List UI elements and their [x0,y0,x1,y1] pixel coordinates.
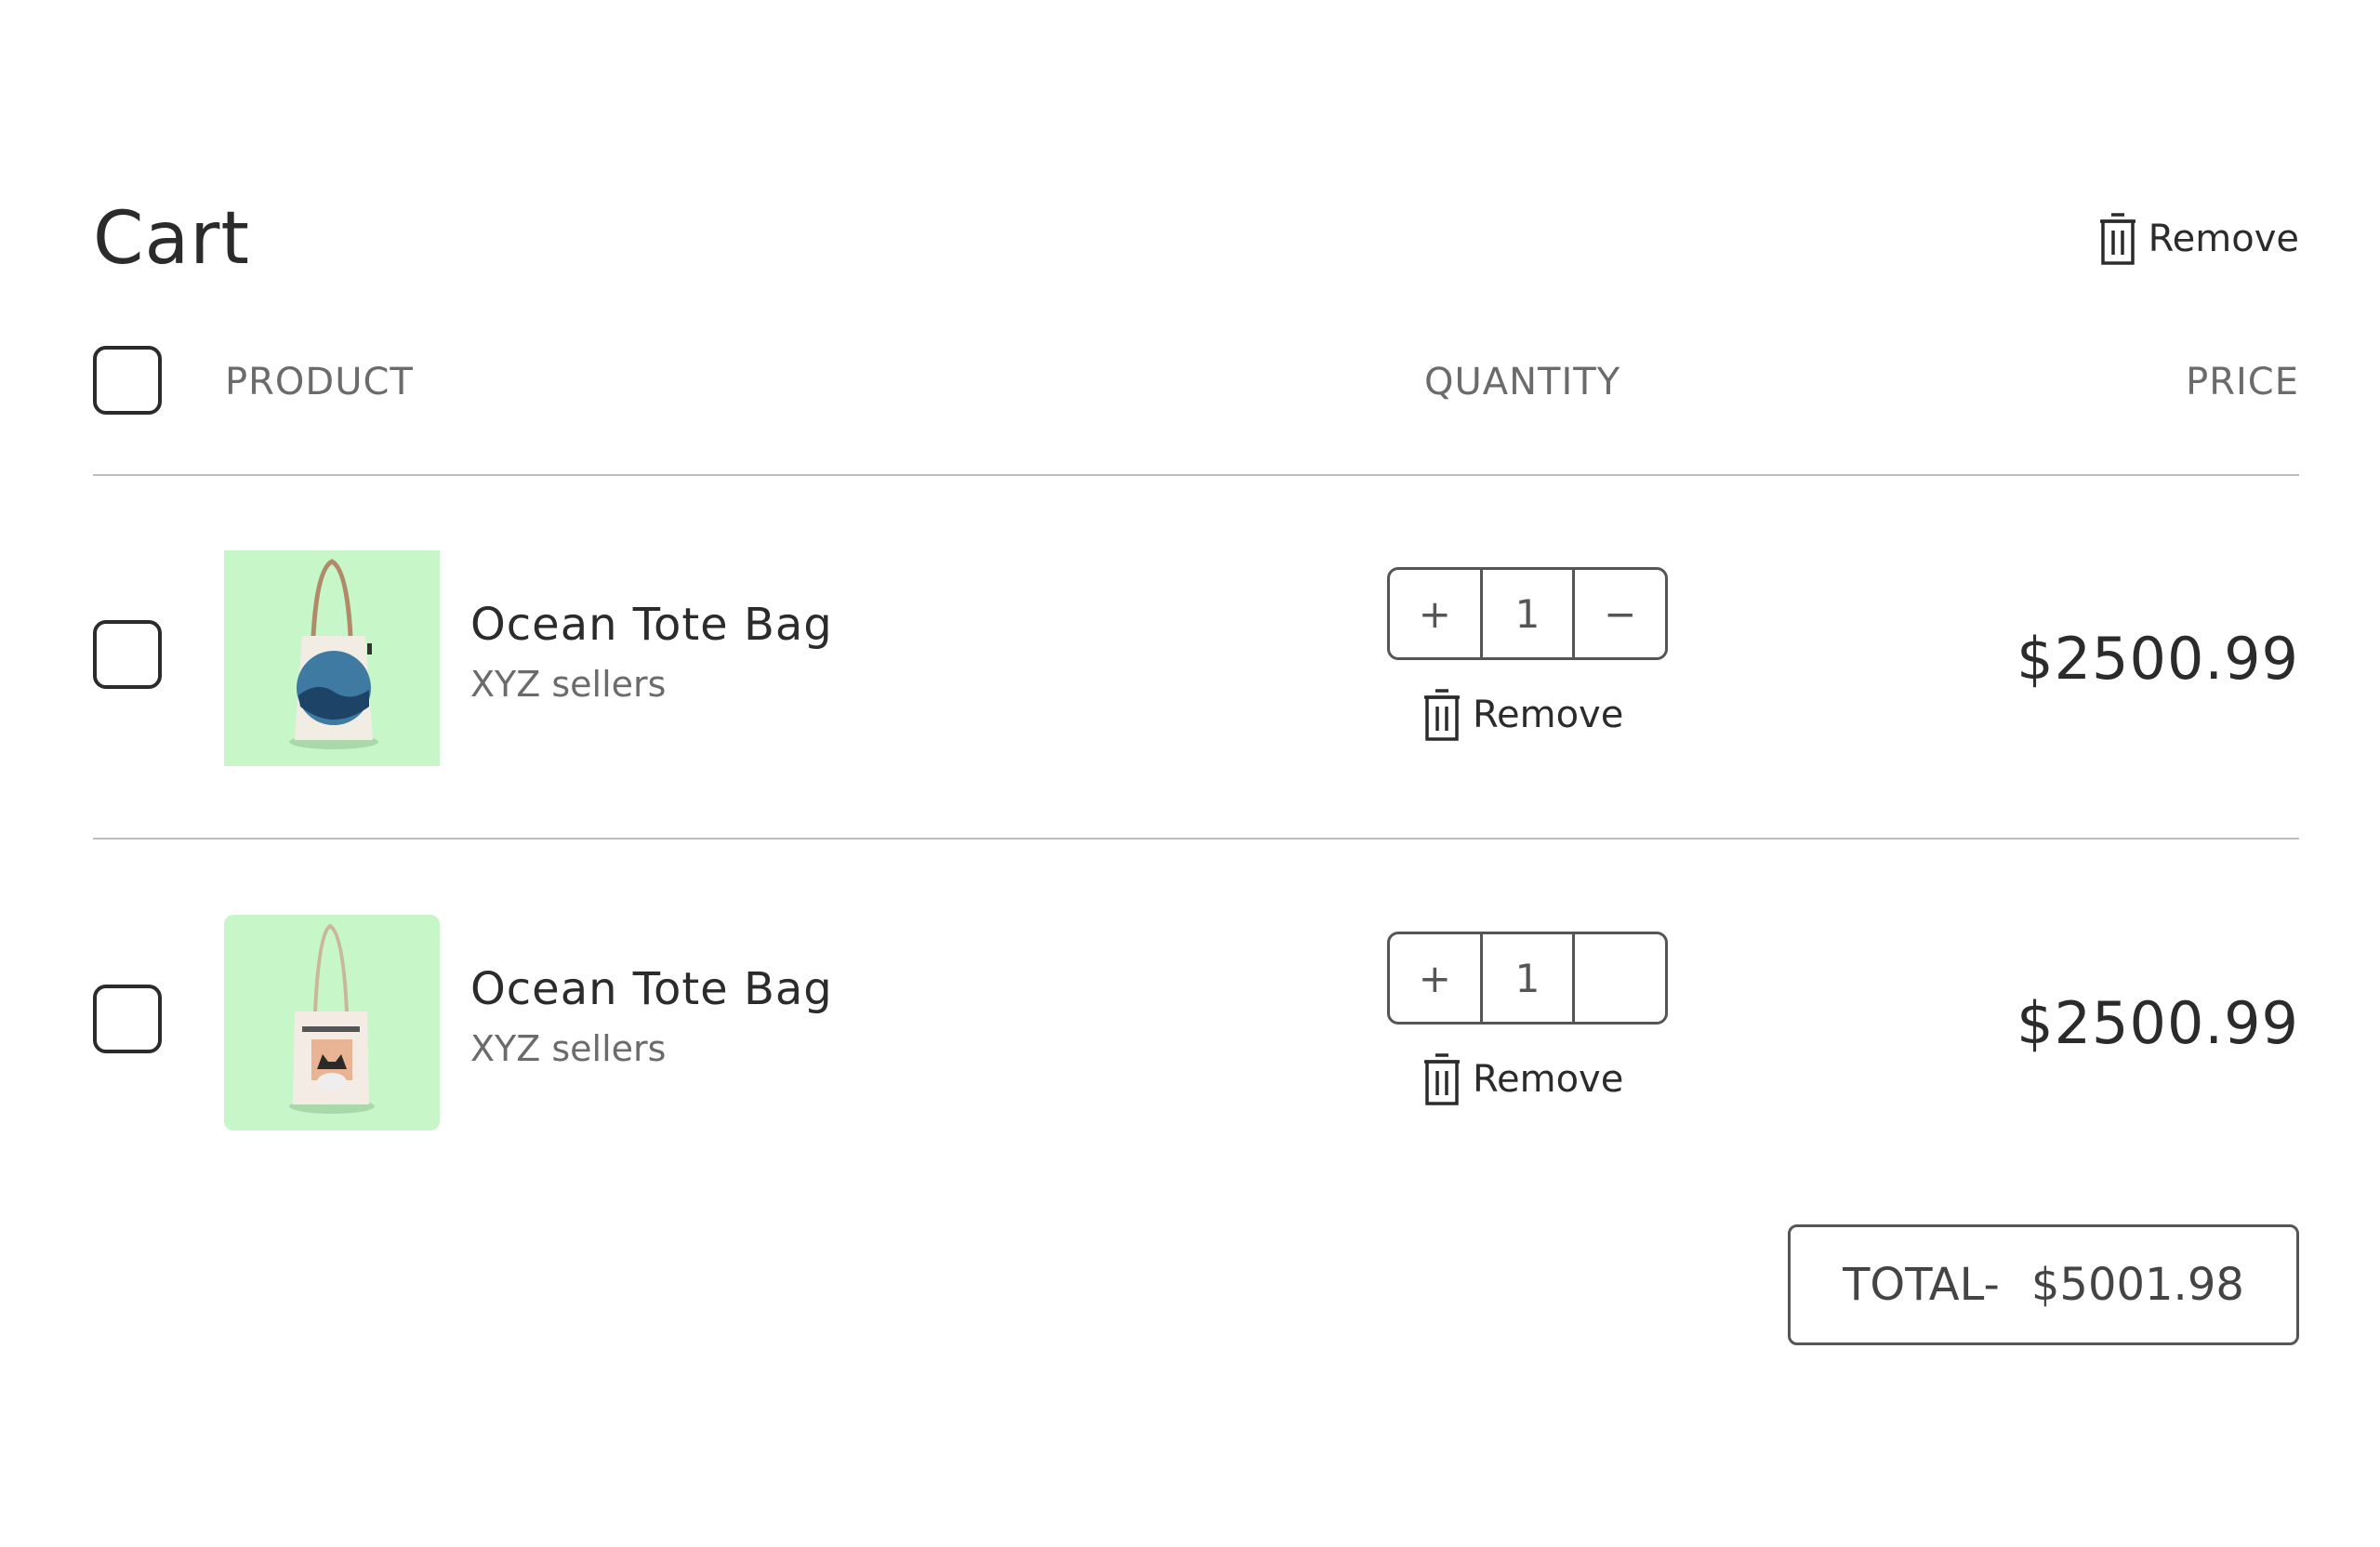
tote-bag-ocean-icon [289,559,378,749]
item-price: $2500.99 [2016,989,2299,1057]
decrement-button[interactable]: − [1572,570,1665,657]
cart-item-row: Ocean Tote Bag XYZ sellers + 1 Remove $2… [93,915,2299,1130]
cart-total-box: TOTAL- $5001.98 [1788,1224,2299,1345]
remove-item-label: Remove [1473,1058,1624,1101]
trash-icon [1424,1053,1460,1105]
decrement-button[interactable] [1572,934,1665,1022]
remove-item-button[interactable]: Remove [1421,688,1623,742]
product-image[interactable] [224,915,440,1130]
trash-icon [1424,689,1460,741]
quantity-value: 1 [1479,570,1573,657]
column-header-product: PRODUCT [225,361,414,403]
product-seller: XYZ sellers [470,1028,667,1069]
remove-selected-label: Remove [2148,218,2299,260]
header-divider [93,474,2299,476]
remove-item-label: Remove [1473,694,1624,736]
column-header-quantity: QUANTITY [1424,361,1621,403]
quantity-value: 1 [1479,934,1573,1022]
tote-bag-cat-icon [289,923,375,1114]
total-label: TOTAL- [1843,1259,2000,1311]
product-image[interactable] [224,550,440,766]
increment-button[interactable]: + [1390,934,1480,1022]
select-all-checkbox[interactable] [93,346,162,415]
remove-selected-button[interactable]: Remove [2096,212,2299,266]
product-name[interactable]: Ocean Tote Bag [470,963,833,1015]
item-checkbox[interactable] [93,620,162,689]
item-checkbox[interactable] [93,985,162,1053]
cart-page: Cart Remove PRODUCT QUANTITY PRICE Ocean… [93,0,2299,1547]
item-price: $2500.99 [2016,625,2299,693]
trash-icon [2099,213,2135,265]
product-name[interactable]: Ocean Tote Bag [470,599,833,651]
column-header-price: PRICE [2186,361,2299,403]
row-divider [93,838,2299,840]
quantity-stepper: + 1 − [1387,567,1668,660]
product-seller: XYZ sellers [470,664,667,705]
cart-item-row: Ocean Tote Bag XYZ sellers + 1 − Remove … [93,550,2299,766]
remove-item-button[interactable]: Remove [1421,1052,1623,1106]
page-title: Cart [93,197,250,281]
quantity-stepper: + 1 [1387,932,1668,1025]
increment-button[interactable]: + [1390,570,1480,657]
total-value: $5001.98 [2030,1259,2244,1311]
